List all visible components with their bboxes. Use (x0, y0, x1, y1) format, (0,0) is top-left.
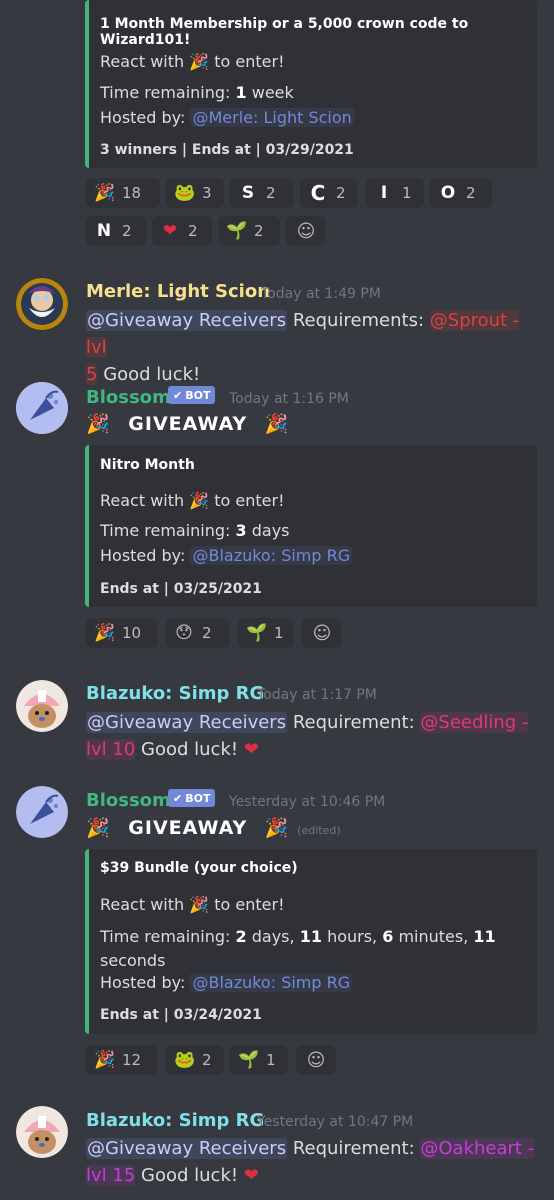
add-reaction-icon: ☺ (296, 220, 316, 242)
check-icon: ✔ (173, 791, 183, 805)
reaction-heart[interactable]: ❤ 2 (152, 216, 212, 246)
reaction-sprout[interactable]: 🌱 1 (238, 618, 294, 648)
reaction-sprout[interactable]: 🌱 2 (218, 216, 280, 246)
reaction-letter-n[interactable]: N 2 (86, 216, 146, 246)
heart-icon: ❤ (243, 739, 259, 760)
timestamp: Yesterday at 10:46 PM (229, 794, 386, 810)
giveaway-embed-3: $39 Bundle (your choice) React with 🎉 to… (85, 849, 537, 1034)
letter-n-icon: N (96, 221, 112, 241)
message-content: @Giveaway Receivers Requirement: @Seedli… (86, 712, 529, 760)
letter-i-icon: I (380, 183, 388, 203)
host-mention[interactable]: @Blazuko: Simp RG (190, 546, 353, 565)
party-popper-icon: 🎉 (94, 183, 116, 203)
username[interactable]: Blazuko: Simp RG (86, 1110, 264, 1131)
party-popper-icon: 🎉 (189, 52, 210, 71)
letter-c-icon: C (310, 181, 326, 205)
giveaway-embed-2: Nitro Month React with 🎉 to enter! Time … (85, 445, 537, 607)
embed-time-line: Time remaining: 2 days, 11 hours, 6 minu… (100, 927, 496, 970)
embed-react-line: React with 🎉 to enter! (100, 52, 285, 71)
giveaway-embed-1: 1 Month Membership or a 5,000 crown code… (85, 0, 537, 168)
check-icon: ✔ (173, 388, 183, 402)
reaction-frog[interactable]: 🐸 3 (166, 178, 224, 208)
role-mention-continued[interactable]: lvl 15 (86, 1165, 136, 1186)
role-mention-continued[interactable]: lvl 10 (86, 739, 136, 760)
embed-footer: Ends at | 03/24/2021 (100, 1007, 262, 1023)
bot-badge: ✔ BOT (168, 789, 216, 807)
embed-footer: 3 winners | Ends at | 03/29/2021 (100, 142, 354, 158)
message-content: @Giveaway Receivers Requirements: @Sprou… (86, 310, 520, 385)
avatar[interactable] (16, 680, 68, 732)
timestamp: Today at 1:17 PM (257, 687, 377, 703)
sprout-icon: 🌱 (238, 1050, 260, 1070)
party-popper-icon: 🎉 (94, 1050, 116, 1070)
role-mention[interactable]: @Seedling - (420, 712, 529, 733)
avatar[interactable] (16, 786, 68, 838)
reaction-party-popper[interactable]: 🎉 12 (86, 1045, 158, 1075)
frog-icon: 🐸 (174, 183, 196, 203)
party-popper-icon: 🎉 (264, 413, 290, 435)
sprout-icon: 🌱 (246, 623, 268, 643)
party-popper-icon: 🎉 (264, 817, 290, 839)
role-mention[interactable]: @Giveaway Receivers (86, 712, 288, 733)
add-reaction-icon: ☺ (306, 1049, 326, 1071)
heart-icon: ❤ (162, 221, 178, 241)
reaction-letter-c[interactable]: C 2 (300, 178, 358, 208)
reaction-letter-o[interactable]: O 2 (430, 178, 492, 208)
timestamp: Yesterday at 10:47 PM (257, 1114, 414, 1130)
timestamp: Today at 1:49 PM (261, 286, 381, 302)
pepe-frog-icon: 🐸 (174, 1050, 196, 1070)
message-content: @Giveaway Receivers Requirement: @Oakhea… (86, 1138, 535, 1186)
reaction-hushed-face[interactable]: 😯 2 (166, 618, 230, 648)
embed-footer: Ends at | 03/25/2021 (100, 581, 262, 597)
letter-s-icon: S (241, 183, 255, 203)
embed-react-line: React with 🎉 to enter! (100, 895, 285, 914)
role-mention-continued[interactable]: 5 (86, 364, 98, 385)
reaction-letter-i[interactable]: I 1 (366, 178, 424, 208)
embed-title: 1 Month Membership or a 5,000 crown code… (100, 16, 469, 48)
host-mention[interactable]: @Blazuko: Simp RG (190, 973, 353, 992)
username[interactable]: Blossom (86, 790, 171, 811)
reaction-sprout[interactable]: 🌱 1 (230, 1045, 288, 1075)
add-reaction-button[interactable]: ☺ (286, 216, 326, 246)
giveaway-heading: 🎉 GIVEAWAY 🎉 (edited) (86, 817, 341, 839)
avatar[interactable] (16, 278, 68, 330)
hushed-face-icon: 😯 (175, 623, 193, 643)
username[interactable]: Merle: Light Scion (86, 281, 270, 302)
avatar[interactable] (16, 1106, 68, 1158)
embed-time-line: Time remaining: 3 days (100, 521, 290, 540)
embed-host-line: Hosted by: @Merle: Light Scion (100, 108, 354, 127)
party-popper-icon: 🎉 (189, 895, 210, 914)
party-popper-icon: 🎉 (86, 413, 111, 435)
avatar[interactable] (16, 382, 68, 434)
reaction-party-popper[interactable]: 🎉 18 (86, 178, 160, 208)
host-mention[interactable]: @Merle: Light Scion (190, 108, 354, 127)
add-reaction-icon: ☺ (312, 622, 332, 644)
party-popper-icon: 🎉 (86, 817, 111, 839)
embed-host-line: Hosted by: @Blazuko: Simp RG (100, 546, 353, 565)
timestamp: Today at 1:16 PM (229, 391, 349, 407)
giveaway-heading: 🎉 GIVEAWAY 🎉 (86, 413, 290, 435)
add-reaction-button[interactable]: ☺ (296, 1045, 336, 1075)
role-mention[interactable]: @Giveaway Receivers (86, 1138, 288, 1159)
party-popper-icon: 🎉 (189, 491, 210, 510)
reaction-letter-s[interactable]: S 2 (230, 178, 294, 208)
role-mention[interactable]: @Oakheart - (420, 1138, 535, 1159)
reaction-pepe-frog[interactable]: 🐸 2 (166, 1045, 224, 1075)
bot-badge: ✔ BOT (168, 386, 216, 404)
embed-time-line: Time remaining: 1 week (100, 83, 294, 102)
reaction-party-popper[interactable]: 🎉 10 (86, 618, 158, 648)
embed-title: Nitro Month (100, 457, 195, 473)
embed-host-line: Hosted by: @Blazuko: Simp RG (100, 973, 353, 992)
username[interactable]: Blazuko: Simp RG (86, 683, 264, 704)
heart-icon: ❤ (243, 1165, 259, 1186)
add-reaction-button[interactable]: ☺ (302, 618, 342, 648)
username[interactable]: Blossom (86, 387, 171, 408)
letter-o-icon: O (440, 183, 456, 203)
embed-react-line: React with 🎉 to enter! (100, 491, 285, 510)
party-popper-icon: 🎉 (94, 623, 116, 643)
edited-label: (edited) (297, 824, 341, 837)
role-mention[interactable]: @Giveaway Receivers (86, 310, 288, 331)
embed-title: $39 Bundle (your choice) (100, 860, 298, 876)
sprout-icon: 🌱 (226, 221, 248, 241)
